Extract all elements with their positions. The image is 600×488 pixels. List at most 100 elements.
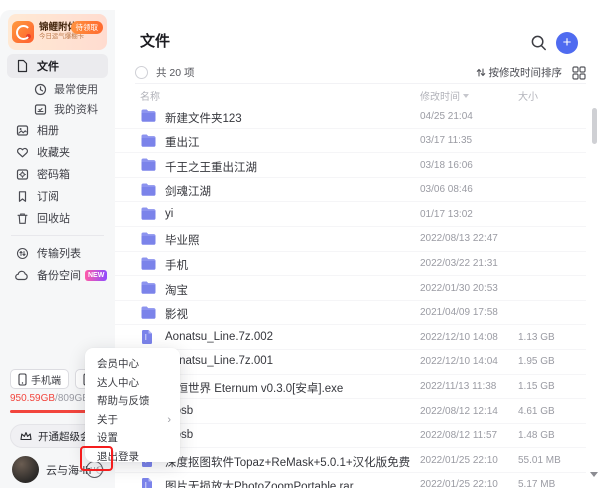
file-modified-date: 01/17 13:02 — [420, 209, 473, 220]
sort-control[interactable]: 按修改时间排序 — [476, 65, 563, 80]
file-modified-date: 2022/01/25 22:10 — [420, 479, 498, 488]
header-size[interactable]: 大小 — [518, 88, 538, 103]
file-size: 4.61 GB — [518, 406, 555, 417]
sidebar-item-clock[interactable]: 最常使用 — [7, 79, 108, 99]
sidebar-item-transfer[interactable]: 传输列表 — [7, 242, 108, 264]
sidebar-item-card[interactable]: 我的资料 — [7, 99, 108, 119]
file-name: 毕业照 — [165, 232, 200, 248]
sidebar-item-label: 备份空间 — [37, 267, 81, 283]
table-row[interactable]: 毕业照 2022/08/13 22:47 — [115, 227, 586, 252]
select-all-checkbox[interactable] — [135, 66, 148, 79]
context-menu-item[interactable]: 帮助与反馈 — [85, 392, 180, 411]
signin-banner[interactable]: 锦鲤附体 今日运气爆棚卡 待领取 — [8, 14, 107, 50]
table-row[interactable]: 图片无损放大PhotoZoomPortable.rar 2022/01/25 2… — [115, 473, 586, 488]
file-modified-date: 03/18 16:06 — [420, 160, 473, 171]
sidebar-item-label: 收藏夹 — [37, 144, 70, 160]
safe-icon — [15, 167, 29, 181]
folder-icon — [140, 231, 157, 247]
folder-icon — [140, 256, 157, 272]
sidebar-item-doc[interactable]: 文件 — [7, 54, 108, 78]
table-row[interactable]: 新建文件夹123 04/25 21:04 — [115, 104, 586, 129]
file-size: 1.13 GB — [518, 332, 555, 343]
trash-icon — [15, 211, 29, 225]
sidebar-item-label: 相册 — [37, 122, 59, 138]
folder-icon — [140, 280, 157, 296]
device-button-phone[interactable]: 手机端 — [10, 369, 69, 389]
sidebar-item-bookmark[interactable]: 订阅 — [7, 185, 108, 207]
table-row[interactable]: Aonatsu_Line.7z.002 2022/12/10 14:08 1.1… — [115, 325, 586, 350]
sidebar-divider — [11, 235, 104, 236]
table-row[interactable]: 永恒世界 Eternum v0.3.0[安卓].exe 2022/11/13 1… — [115, 375, 586, 400]
table-row[interactable]: 深度抠图软件Topaz+ReMask+5.0.1+汉化版免费下载.rar 202… — [115, 448, 586, 473]
table-row[interactable]: 重出江 03/17 11:35 — [115, 129, 586, 154]
file-modified-date: 2022/12/10 14:04 — [420, 356, 498, 367]
bookmark-icon — [15, 189, 29, 203]
file-modified-date: 03/06 08:46 — [420, 184, 473, 195]
sidebar-item-photo[interactable]: 相册 — [7, 119, 108, 141]
banner-claim-badge[interactable]: 待领取 — [71, 21, 104, 34]
archive-icon — [140, 477, 157, 488]
file-name: 深度抠图软件Topaz+ReMask+5.0.1+汉化版免费下载.rar — [165, 454, 410, 470]
sidebar-item-safe[interactable]: 密码箱 — [7, 163, 108, 185]
file-name: 千王之王重出江湖 — [165, 159, 257, 175]
scrollbar-down-icon[interactable] — [590, 472, 598, 477]
avatar[interactable] — [12, 456, 39, 483]
search-icon[interactable] — [530, 34, 548, 52]
grid-view-icon[interactable] — [572, 66, 586, 80]
file-list: 新建文件夹123 04/25 21:04 重出江 03/17 11:35 千王之… — [115, 104, 586, 488]
table-row[interactable]: 剑魂江湖 03/06 08:46 — [115, 178, 586, 203]
sort-caret-icon — [463, 94, 469, 98]
sidebar-item-cloud[interactable]: 备份空间 NEW — [7, 264, 108, 286]
table-row[interactable]: Aonatsu_Line.7z.001 2022/12/10 14:04 1.9… — [115, 350, 586, 375]
file-name: 永恒世界 Eternum v0.3.0[安卓].exe — [165, 380, 343, 396]
doc-icon — [15, 59, 29, 73]
heart-icon — [15, 145, 29, 159]
sidebar-item-trash[interactable]: 回收站 — [7, 207, 108, 229]
page-title: 文件 — [140, 30, 170, 51]
folder-icon — [140, 133, 157, 149]
context-menu-item[interactable]: 达人中心 — [85, 374, 180, 393]
table-row[interactable]: 千王之王重出江湖 03/18 16:06 — [115, 153, 586, 178]
storage-total: /809GB — [55, 393, 89, 404]
table-row[interactable]: 2.osb 2022/08/12 11:57 1.48 GB — [115, 424, 586, 449]
file-name: Aonatsu_Line.7z.002 — [165, 331, 273, 343]
main-panel: 文件 + 共 20 项 按修改时间排序 名称 修改时间 大小 新建文件夹123 … — [115, 0, 600, 488]
list-toolbar: 共 20 项 按修改时间排序 — [135, 62, 586, 84]
file-size: 1.48 GB — [518, 430, 555, 441]
header-date[interactable]: 修改时间 — [420, 88, 469, 103]
context-menu-item[interactable]: 退出登录 — [85, 448, 180, 467]
file-name: 剑魂江湖 — [165, 183, 211, 199]
file-size: 5.17 MB — [518, 479, 555, 488]
file-modified-date: 2022/08/12 12:14 — [420, 406, 498, 417]
transfer-icon — [15, 246, 29, 260]
table-row[interactable]: 1.osb 2022/08/12 12:14 4.61 GB — [115, 399, 586, 424]
file-modified-date: 2022/08/12 11:57 — [420, 430, 497, 441]
add-button[interactable]: + — [556, 32, 578, 54]
context-menu-item[interactable]: 设置 — [85, 429, 180, 448]
file-name: 新建文件夹123 — [165, 110, 242, 126]
sidebar-item-heart[interactable]: 收藏夹 — [7, 141, 108, 163]
file-name: 影视 — [165, 306, 188, 322]
file-modified-date: 2022/12/10 14:08 — [420, 332, 498, 343]
folder-icon — [140, 206, 157, 222]
table-row[interactable]: 影视 2021/04/09 17:58 — [115, 301, 586, 326]
table-row[interactable]: 淘宝 2022/01/30 20:53 — [115, 276, 586, 301]
folder-icon — [140, 157, 157, 173]
table-row[interactable]: yi 01/17 13:02 — [115, 202, 586, 227]
file-name: 图片无损放大PhotoZoomPortable.rar — [165, 478, 354, 488]
context-menu-item[interactable]: 关于› — [85, 411, 180, 430]
file-size: 1.95 GB — [518, 356, 555, 367]
table-header: 名称 修改时间 大小 — [115, 88, 600, 104]
sort-label: 按修改时间排序 — [489, 65, 563, 80]
scrollbar-thumb[interactable] — [592, 108, 597, 144]
file-modified-date: 2022/01/30 20:53 — [420, 283, 498, 294]
sidebar-nav: 文件 最常使用 我的资料 相册 收藏夹 密码箱 订阅 回收站 传输列表 备份空间… — [7, 54, 108, 286]
cloud-icon — [15, 268, 29, 282]
sidebar-item-label: 订阅 — [37, 188, 59, 204]
file-name: yi — [165, 208, 173, 220]
context-menu-item[interactable]: 会员中心 — [85, 355, 180, 374]
header-name[interactable]: 名称 — [140, 88, 160, 103]
table-row[interactable]: 手机 2022/03/22 21:31 — [115, 252, 586, 277]
file-modified-date: 2021/04/09 17:58 — [420, 307, 498, 318]
file-modified-date: 2022/11/13 11:38 — [420, 381, 496, 392]
